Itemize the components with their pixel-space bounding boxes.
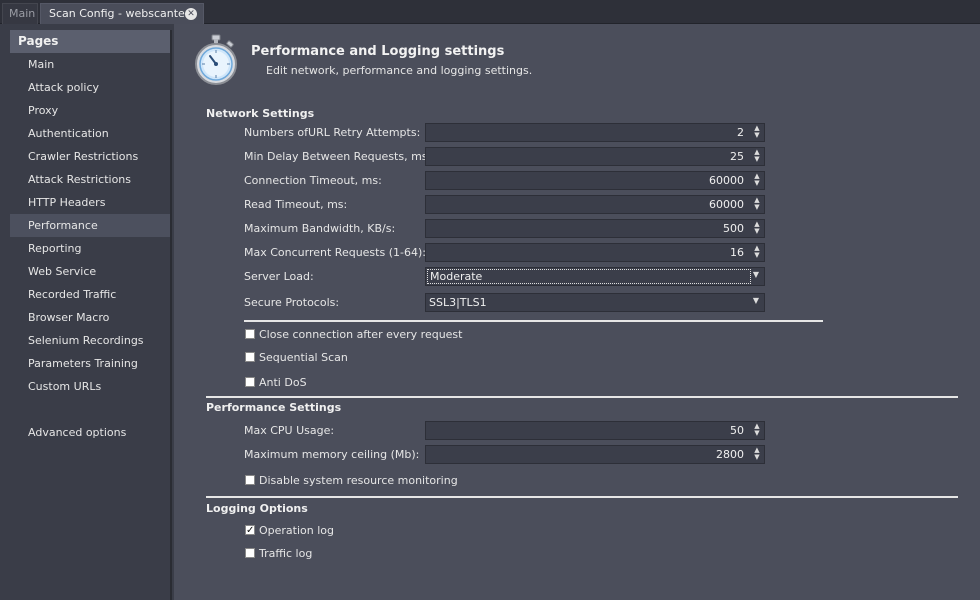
sidebar-item-http-headers[interactable]: HTTP Headers: [10, 191, 170, 214]
sidebar-header: Pages: [10, 30, 170, 53]
checkbox-box[interactable]: [245, 352, 255, 362]
section-logging-options: Logging Options: [206, 502, 308, 515]
secure-protocols-select[interactable]: SSL3|TLS1 ▼: [425, 293, 765, 312]
max-bandwidth-value: 500: [723, 222, 744, 235]
sidebar-item-main[interactable]: Main: [10, 53, 170, 76]
sidebar-item-web-service[interactable]: Web Service: [10, 260, 170, 283]
connection-timeout-label: Connection Timeout, ms:: [244, 174, 382, 187]
stopwatch-icon: [195, 34, 237, 85]
tab-bar: Main Scan Config - webscantest ✕: [0, 0, 980, 24]
sidebar-item-attack-policy[interactable]: Attack policy: [10, 76, 170, 99]
operation-log-label: Operation log: [259, 524, 335, 537]
max-cpu-label: Max CPU Usage:: [244, 424, 335, 437]
spinner-arrows-icon[interactable]: ▲ ▼: [753, 447, 761, 462]
traffic-log-label: Traffic log: [259, 547, 313, 560]
sidebar-item-authentication[interactable]: Authentication: [10, 122, 170, 145]
spinner-arrows-icon[interactable]: ▲ ▼: [753, 197, 761, 212]
page-subtitle: Edit network, performance and logging se…: [266, 64, 533, 77]
tab-scan-config-label: Scan Config - webscantest: [49, 7, 195, 20]
checkbox-box[interactable]: ✓: [245, 525, 255, 536]
server-load-select[interactable]: Moderate ▼: [425, 267, 765, 286]
sidebar-item-browser-macro[interactable]: Browser Macro: [10, 306, 170, 329]
connection-timeout-spinner[interactable]: 60000 ▲ ▼: [425, 171, 765, 190]
max-cpu-spinner[interactable]: 50 ▲ ▼: [425, 421, 765, 440]
max-cpu-value: 50: [730, 424, 744, 437]
sidebar-item-selenium-recordings[interactable]: Selenium Recordings: [10, 329, 170, 352]
divider: [244, 320, 823, 322]
spinner-arrows-icon[interactable]: ▲ ▼: [753, 245, 761, 260]
section-network-settings: Network Settings: [206, 107, 315, 120]
sequential-scan-label: Sequential Scan: [259, 351, 348, 364]
close-connection-label: Close connection after every request: [259, 328, 463, 341]
spinner-arrows-icon[interactable]: ▲ ▼: [753, 149, 761, 164]
memory-ceiling-spinner[interactable]: 2800 ▲ ▼: [425, 445, 765, 464]
checkbox-box[interactable]: [245, 377, 255, 387]
checkbox-box[interactable]: [245, 548, 255, 558]
sidebar-item-attack-restrictions[interactable]: Attack Restrictions: [10, 168, 170, 191]
sidebar-item-performance[interactable]: Performance: [10, 214, 170, 237]
read-timeout-label: Read Timeout, ms:: [244, 198, 348, 211]
server-load-value: Moderate: [427, 269, 751, 284]
chevron-down-icon[interactable]: ▼: [753, 296, 759, 305]
max-concurrent-spinner[interactable]: 16 ▲ ▼: [425, 243, 765, 262]
sidebar-item-advanced-options[interactable]: Advanced options: [10, 421, 170, 444]
secure-protocols-value: SSL3|TLS1: [429, 296, 487, 309]
secure-protocols-label: Secure Protocols:: [244, 296, 340, 309]
max-concurrent-value: 16: [730, 246, 744, 259]
retry-attempts-label: Numbers ofURL Retry Attempts:: [244, 126, 421, 139]
min-delay-spinner[interactable]: 25 ▲ ▼: [425, 147, 765, 166]
sidebar-item-proxy[interactable]: Proxy: [10, 99, 170, 122]
checkbox-box[interactable]: [245, 475, 255, 485]
spinner-arrows-icon[interactable]: ▲ ▼: [753, 423, 761, 438]
checkbox-box[interactable]: [245, 329, 255, 339]
spinner-arrows-icon[interactable]: ▲ ▼: [753, 173, 761, 188]
min-delay-value: 25: [730, 150, 744, 163]
read-timeout-value: 60000: [709, 198, 744, 211]
anti-dos-label: Anti DoS: [259, 376, 307, 389]
page-title: Performance and Logging settings: [251, 44, 505, 59]
retry-attempts-spinner[interactable]: 2 ▲ ▼: [425, 123, 765, 142]
memory-ceiling-value: 2800: [716, 448, 744, 461]
divider: [206, 496, 958, 498]
min-delay-label: Min Delay Between Requests, ms:: [244, 150, 432, 163]
tab-scan-config[interactable]: Scan Config - webscantest ✕: [40, 3, 204, 24]
memory-ceiling-label: Maximum memory ceiling (Mb):: [244, 448, 420, 461]
max-concurrent-label: Max Concurrent Requests (1-64):: [244, 246, 426, 259]
server-load-label: Server Load:: [244, 270, 314, 283]
read-timeout-spinner[interactable]: 60000 ▲ ▼: [425, 195, 765, 214]
retry-attempts-value: 2: [737, 126, 744, 139]
sidebar-item-recorded-traffic[interactable]: Recorded Traffic: [10, 283, 170, 306]
sidebar-item-crawler-restrictions[interactable]: Crawler Restrictions: [10, 145, 170, 168]
connection-timeout-value: 60000: [709, 174, 744, 187]
main-panel: Performance and Logging settings Edit ne…: [174, 24, 980, 600]
close-tab-icon[interactable]: ✕: [185, 8, 197, 20]
chevron-down-icon[interactable]: ▼: [753, 270, 759, 279]
spinner-arrows-icon[interactable]: ▲ ▼: [753, 221, 761, 236]
sidebar-item-parameters-training[interactable]: Parameters Training: [10, 352, 170, 375]
spinner-arrows-icon[interactable]: ▲ ▼: [753, 125, 761, 140]
section-performance-settings: Performance Settings: [206, 401, 342, 414]
divider: [206, 396, 958, 398]
tab-main[interactable]: Main: [2, 3, 38, 24]
tab-main-label: Main: [9, 7, 36, 20]
max-bandwidth-spinner[interactable]: 500 ▲ ▼: [425, 219, 765, 238]
max-bandwidth-label: Maximum Bandwidth, KB/s:: [244, 222, 396, 235]
disable-monitoring-label: Disable system resource monitoring: [259, 474, 458, 487]
sidebar-item-reporting[interactable]: Reporting: [10, 237, 170, 260]
sidebar: Pages Main Attack policy Proxy Authentic…: [10, 30, 172, 600]
sidebar-item-custom-urls[interactable]: Custom URLs: [10, 375, 170, 398]
